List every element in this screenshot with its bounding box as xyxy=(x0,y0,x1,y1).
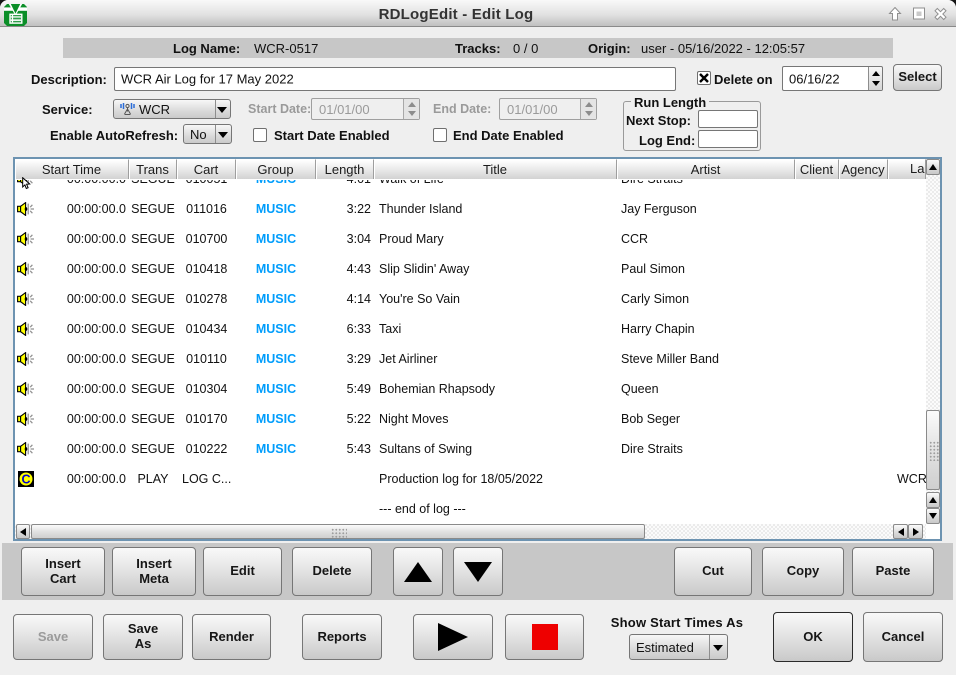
svg-text:C: C xyxy=(21,473,30,487)
